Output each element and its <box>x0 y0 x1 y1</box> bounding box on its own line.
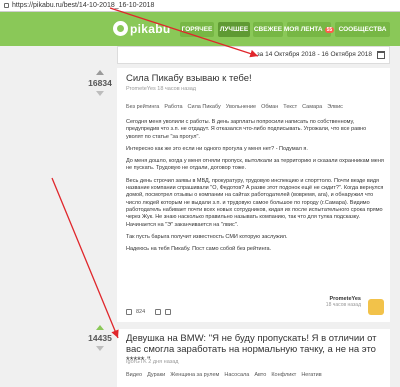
url-text[interactable]: https://pikabu.ru/best/14-10-2018_16-10-… <box>12 2 154 9</box>
story-paragraph: Надеюсь на тебя Пикабу. Пост само собой … <box>126 246 272 253</box>
downvote-icon[interactable] <box>96 91 104 96</box>
calendar-icon[interactable] <box>377 51 385 59</box>
tag[interactable]: Негатив <box>301 372 321 378</box>
tag[interactable]: Насосала <box>224 372 249 378</box>
nav-best[interactable]: ЛУЧШЕЕ <box>218 22 250 37</box>
avatar[interactable] <box>368 299 384 315</box>
pikabu-logo[interactable]: pikabu <box>113 21 170 36</box>
nav-communities[interactable]: СООБЩЕСТВА <box>335 22 390 37</box>
story-tags: Без рейтинга Работа Сила Пикабу Увольнен… <box>126 104 343 110</box>
tag[interactable]: Дураки <box>147 372 165 378</box>
share-icon[interactable] <box>165 309 172 315</box>
nav-fresh[interactable]: СВЕЖЕЕ <box>253 22 283 37</box>
tag[interactable]: Элвис <box>327 104 343 110</box>
tag[interactable]: Авто <box>254 372 266 378</box>
lock-icon <box>4 3 9 8</box>
tag[interactable]: Увольнение <box>226 104 256 110</box>
story-paragraph: Сегодня меня уволили с работы. В день за… <box>126 119 367 140</box>
story-paragraph: Так пусть барыга получит известность СМИ… <box>126 233 288 240</box>
comments-icon[interactable] <box>126 309 132 315</box>
pikabu-logo-icon <box>113 21 128 36</box>
story-body: Сегодня меня уволили с работы. В день за… <box>126 119 384 258</box>
upvote-icon[interactable] <box>96 70 104 75</box>
tag[interactable]: Женщина за рулем <box>170 372 219 378</box>
comments-count[interactable]: 824 <box>136 309 145 315</box>
tag[interactable]: Самара <box>302 104 322 110</box>
date-range-filter[interactable]: за 14 Октября 2018 - 16 Октября 2018 <box>117 46 390 64</box>
story-paragraph: Весь день строчил заявы в МВД, прокурату… <box>126 177 384 228</box>
story-rating: 14435 <box>86 325 114 351</box>
rating-value: 14435 <box>88 333 112 343</box>
story-paragraph: Интересно как же это если ни одного прог… <box>126 145 308 152</box>
nav-hot[interactable]: ГОРЯЧЕЕ <box>180 22 214 37</box>
logo-text: pikabu <box>130 21 171 36</box>
story-footer: 824 PrometeYes 18 часов назад <box>126 296 384 318</box>
tag[interactable]: Видео <box>126 372 142 378</box>
nav-my-feed-label: МОЯ ЛЕНТА <box>283 26 323 33</box>
upvote-icon[interactable] <box>96 325 104 330</box>
story-meta: PrometeYes 18 часов назад <box>126 86 197 92</box>
story-card: Сила Пикабу взываю к тебе! PrometeYes 18… <box>117 68 390 322</box>
author-block: PrometeYes 18 часов назад <box>326 296 361 308</box>
story-paragraph: До меня дошло, когда у меня отняли пропу… <box>126 158 384 172</box>
tag[interactable]: Без рейтинга <box>126 104 159 110</box>
story-tags: Видео Дураки Женщина за рулем Насосала А… <box>126 372 322 378</box>
tag[interactable]: Обман <box>261 104 278 110</box>
tag[interactable]: Текст <box>283 104 297 110</box>
nav-my-feed[interactable]: МОЯ ЛЕНТА 55 <box>283 22 335 37</box>
annotation-arrow-story <box>51 177 119 339</box>
posted-time: 18 часов назад <box>325 302 361 308</box>
date-range-label[interactable]: за 14 Октября 2018 - 16 Октября 2018 <box>257 51 372 58</box>
tag[interactable]: Работа <box>164 104 182 110</box>
tag[interactable]: Конфликт <box>271 372 296 378</box>
tag[interactable]: Сила Пикабу <box>188 104 221 110</box>
browser-address-bar[interactable]: https://pikabu.ru/best/14-10-2018_16-10-… <box>0 0 400 12</box>
story-card: Девушка на BMW: "Я не буду пропускать! Я… <box>117 329 390 387</box>
site-header: pikabu ГОРЯЧЕЕ ЛУЧШЕЕ СВЕЖЕЕ МОЯ ЛЕНТА 5… <box>0 12 400 46</box>
feed-count-badge: 55 <box>324 26 335 33</box>
rating-value: 16834 <box>88 78 112 88</box>
story-rating: 16834 <box>86 70 114 96</box>
story-meta: IgorGTK 2 дня назад <box>126 359 179 365</box>
pikabu-page: https://pikabu.ru/best/14-10-2018_16-10-… <box>0 0 400 387</box>
downvote-icon[interactable] <box>96 346 104 351</box>
save-icon[interactable] <box>155 309 162 315</box>
story-title[interactable]: Сила Пикабу взываю к тебе! <box>126 73 252 84</box>
